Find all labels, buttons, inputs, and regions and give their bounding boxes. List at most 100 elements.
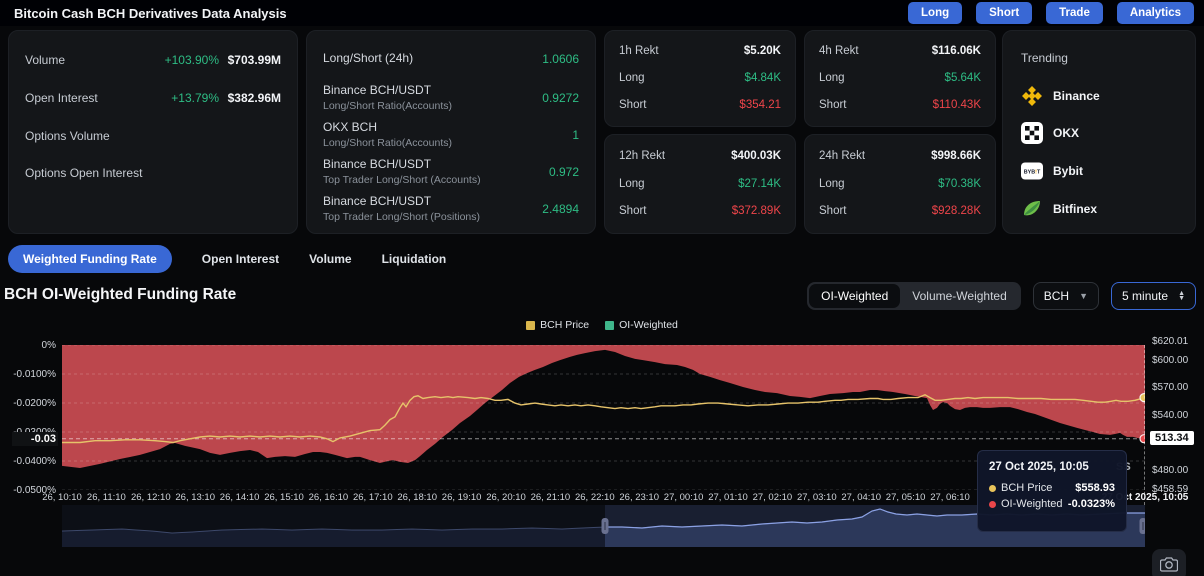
stat-label: Options Volume — [25, 129, 110, 143]
rekt-short-value: $110.43K — [932, 99, 981, 111]
short-button[interactable]: Short — [976, 2, 1033, 24]
y-axis-tick-label: -0.0200% — [13, 397, 56, 409]
rekt-long-row: Long $4.84K — [619, 72, 781, 86]
ratio-label: Binance BCH/USDT — [323, 157, 432, 171]
rekt-short-value: $354.21 — [739, 99, 781, 111]
stat-value: $703.99M — [227, 53, 281, 67]
stat-label: Open Interest — [25, 91, 98, 105]
rekt-long-value: $4.84K — [744, 72, 781, 84]
rekt-short-value: $928.28K — [931, 205, 981, 217]
exchange-name: Bybit — [1053, 164, 1083, 178]
navigator-handle[interactable] — [1139, 518, 1146, 534]
pair-select[interactable]: BCH ▼ — [1032, 282, 1100, 310]
legend-item-oi-weighted[interactable]: OI-Weighted — [605, 319, 678, 331]
ratio-sublabel: Long/Short Ratio(Accounts) — [323, 100, 452, 112]
x-axis-tick-label: 27, 02:10 — [752, 492, 793, 503]
y-axis-tick-label: -0.0100% — [13, 368, 56, 380]
rekt-short-row: Short $372.89K — [619, 205, 781, 219]
rekt-long-value: $5.64K — [944, 72, 981, 84]
navigator-handle[interactable] — [601, 518, 609, 534]
rekt-title: 4h Rekt — [819, 45, 859, 57]
trending-item-okx[interactable]: OKX — [1021, 121, 1079, 145]
y-axis-tick-label: $600.00 — [1152, 354, 1189, 366]
rekt-short-row: Short $110.43K — [819, 99, 981, 113]
spinner-arrows-icon: ▲ ▼ — [1178, 290, 1185, 302]
binance-icon — [1021, 85, 1043, 107]
market-stats-card: Volume +103.90% $703.99M Open Interest +… — [8, 30, 298, 234]
crosshair-left-axis-label: -0.03 — [12, 431, 58, 446]
rekt-card-4h: 4h Rekt $116.06K Long $5.64K Short $110.… — [804, 30, 996, 127]
rekt-card-12h: 12h Rekt $400.03K Long $27.14K Short $37… — [604, 134, 796, 234]
pair-select-value: BCH — [1043, 289, 1070, 303]
screenshot-camera-button[interactable] — [1152, 549, 1186, 576]
legend-item-bch-price[interactable]: BCH Price — [526, 319, 589, 331]
x-axis-tick-label: 27, 04:10 — [841, 492, 881, 503]
rekt-total: $5.20K — [743, 45, 781, 57]
x-axis-tick-label: 27, 05:10 — [885, 492, 926, 503]
rekt-card-1h: 1h Rekt $5.20K Long $4.84K Short $354.21 — [604, 30, 796, 127]
rekt-long-value: $70.38K — [938, 178, 981, 190]
interval-select[interactable]: 5 minute ▲ ▼ — [1111, 282, 1196, 310]
page-title: Bitcoin Cash BCH Derivatives Data Analys… — [14, 6, 287, 21]
rekt-short-label: Short — [819, 99, 847, 111]
trending-item-binance[interactable]: Binance — [1021, 84, 1100, 108]
tooltip-value: -0.0323% — [1067, 498, 1115, 510]
stat-label: Options Open Interest — [25, 166, 143, 180]
bybit-icon: BYB!T — [1021, 160, 1043, 182]
x-axis-tick-label: 26, 21:10 — [530, 492, 571, 503]
trending-item-bitfinex[interactable]: Bitfinex — [1021, 197, 1097, 221]
ratio-row: OKX BCH Long/Short Ratio(Accounts) 1 — [323, 120, 579, 150]
toggle-oi-weighted[interactable]: OI-Weighted — [809, 284, 901, 308]
rekt-short-value: $372.89K — [731, 205, 781, 217]
chevron-down-icon: ▼ — [1079, 291, 1089, 301]
summary-cards-row: Volume +103.90% $703.99M Open Interest +… — [8, 30, 1196, 234]
weighting-toggle: OI-Weighted Volume-Weighted — [807, 282, 1021, 310]
tooltip-row-price: BCH Price $558.93 — [989, 482, 1115, 494]
x-axis-tick-label: 26, 18:10 — [397, 492, 437, 503]
rekt-short-row: Short $928.28K — [819, 205, 981, 219]
rekt-short-row: Short $354.21 — [619, 99, 781, 113]
chart-legend: BCH Price OI-Weighted — [0, 319, 1204, 331]
toggle-volume-weighted[interactable]: Volume-Weighted — [900, 284, 1019, 308]
tooltip-value: $558.93 — [1075, 482, 1115, 494]
tooltip-row-funding: OI-Weighted -0.0323% — [989, 498, 1115, 510]
trending-item-bybit[interactable]: BYB!T Bybit — [1021, 159, 1083, 183]
ratio-sublabel: Top Trader Long/Short (Accounts) — [323, 174, 481, 186]
long-button[interactable]: Long — [908, 2, 963, 24]
stat-row-volume: Volume +103.90% $703.99M — [25, 53, 281, 69]
tab-volume[interactable]: Volume — [309, 245, 351, 273]
ratio-label: OKX BCH — [323, 120, 378, 134]
rekt-total-row: 12h Rekt $400.03K — [619, 150, 781, 164]
x-axis-tick-label: 26, 12:10 — [130, 492, 171, 503]
tooltip-label: OI-Weighted — [1001, 498, 1063, 510]
series-dot-icon — [989, 500, 996, 508]
rekt-card-24h: 24h Rekt $998.66K Long $70.38K Short $92… — [804, 134, 996, 234]
x-axis-tick-label: 27, 03:10 — [796, 492, 837, 503]
tab-liquidation[interactable]: Liquidation — [382, 245, 447, 273]
y-axis-tick-label: $540.00 — [1152, 409, 1189, 421]
rekt-long-label: Long — [619, 178, 645, 190]
rekt-long-row: Long $70.38K — [819, 178, 981, 192]
y-axis-tick-label: $570.00 — [1152, 382, 1189, 393]
chart-section-title: BCH OI-Weighted Funding Rate — [4, 286, 237, 303]
rekt-long-value: $27.14K — [738, 178, 781, 190]
y-axis-tick-label: -0.0400% — [13, 455, 56, 467]
analytics-button[interactable]: Analytics — [1116, 2, 1194, 24]
x-axis-tick-label: 27, 01:10 — [708, 492, 748, 503]
bch-derivatives-dashboard: Bitcoin Cash BCH Derivatives Data Analys… — [0, 0, 1204, 576]
ratio-value: 1.0606 — [542, 52, 579, 66]
tab-open-interest[interactable]: Open Interest — [202, 245, 279, 273]
ratio-value: 2.4894 — [542, 202, 579, 216]
long-short-ratios-card: Long/Short (24h) 1.0606 Binance BCH/USDT… — [306, 30, 596, 234]
stat-label: Volume — [25, 53, 66, 67]
y-axis-tick-label: $620.01 — [1152, 336, 1189, 348]
svg-text:BYB!T: BYB!T — [1024, 170, 1041, 176]
x-axis-tick-label: 26, 22:10 — [574, 492, 615, 503]
chart-tabs: Weighted Funding Rate Open Interest Volu… — [8, 245, 446, 273]
series-dot-icon — [989, 484, 996, 492]
crosshair-vertical-line — [1144, 345, 1145, 505]
x-axis-tick-label: 26, 15:10 — [264, 492, 304, 503]
okx-icon — [1021, 122, 1043, 144]
tab-weighted-funding-rate[interactable]: Weighted Funding Rate — [8, 245, 172, 273]
trade-button[interactable]: Trade — [1046, 2, 1103, 24]
